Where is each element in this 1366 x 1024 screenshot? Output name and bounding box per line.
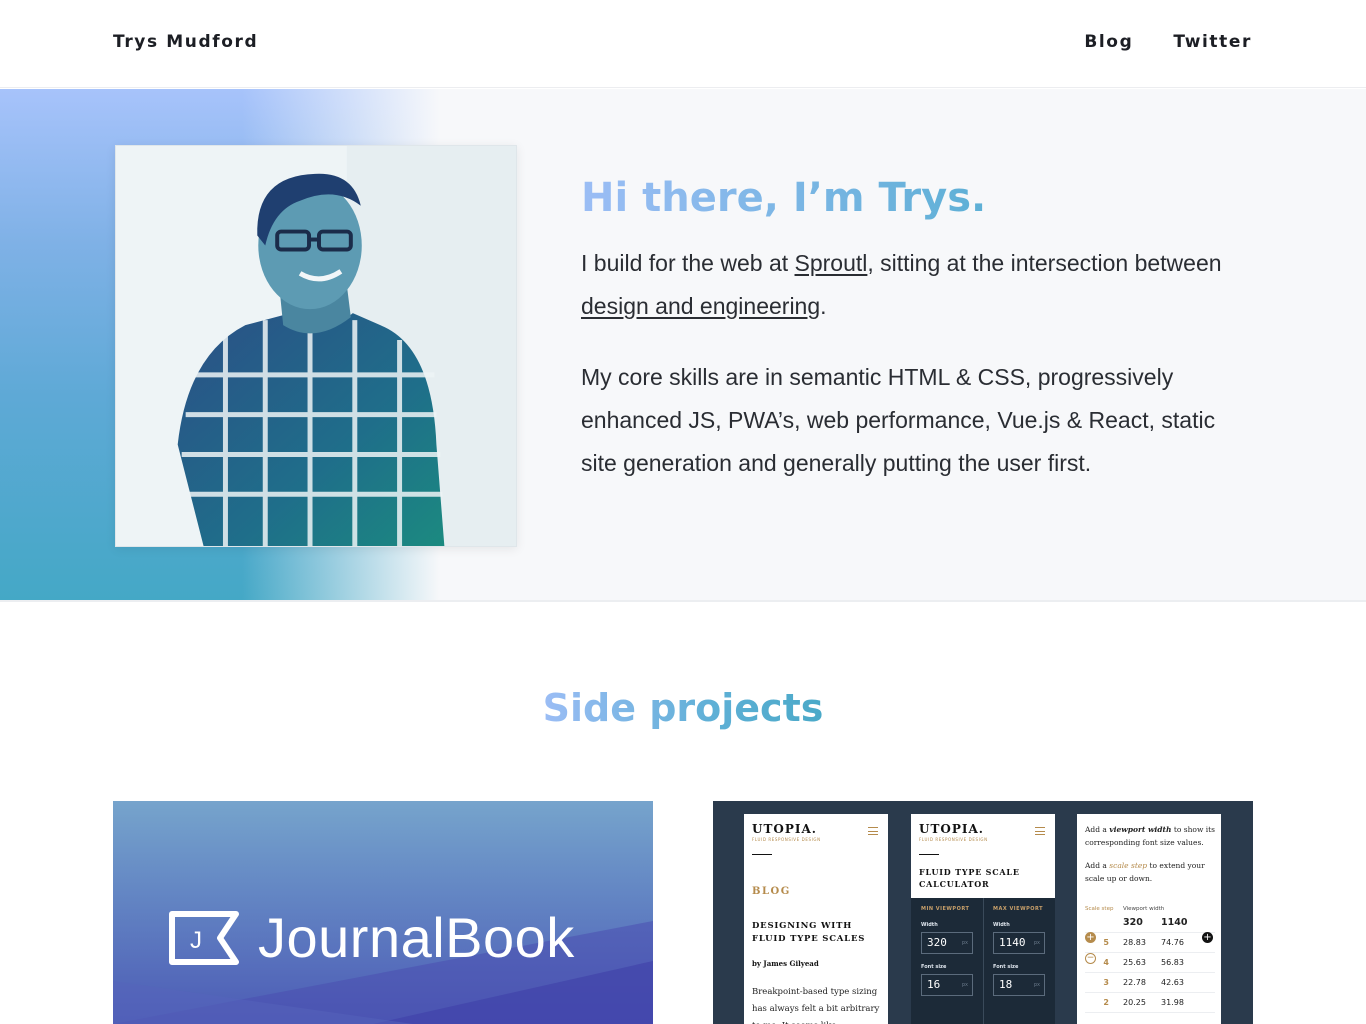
utopia-screen-calculator: UTOPIA. FLUID RESPONSIVE DESIGN FLUID TY… [911,814,1055,1024]
add-viewport-icon: + [1202,932,1213,943]
table-row: 5 28.83 74.76 [1085,933,1215,953]
utopia-note-scale-step: Add a scale step to extend your scale up… [1085,860,1215,885]
main-nav: Blog Twitter [1084,32,1252,52]
journalbook-wordmark: JournalBook [258,906,575,969]
unit-label: px [961,940,968,946]
project-card-journalbook[interactable]: J JournalBook [113,801,653,1024]
table-row: 4 25.63 56.83 [1085,953,1215,973]
utopia-post-title: DESIGNING WITH FLUID TYPE SCALES [752,921,866,944]
max-width-value: 1140 [999,936,1026,949]
nav-link-blog[interactable]: Blog [1084,32,1133,52]
max-font-value: 18 [999,978,1013,991]
hero-section: Hi there, I’m Trys. I build for the web … [0,89,1366,602]
divider [752,854,772,855]
table-row: 320 1140 [1085,913,1215,933]
divider [919,854,939,855]
utopia-logo: UTOPIA. [752,822,817,836]
portrait-illustration [116,146,516,546]
note-emphasis: viewport width [1109,825,1172,834]
add-step-icon: + [1085,932,1096,943]
journalbook-logo: J JournalBook [168,905,575,970]
site-brand-link[interactable]: Trys Mudford [113,32,258,52]
menu-icon [868,827,878,835]
font-size-label: Font size [921,964,947,970]
utopia-byline: by James Gilyead [752,959,819,968]
intro-paragraph: I build for the web at Sproutl, sitting … [581,242,1241,328]
unit-label: px [1033,982,1040,988]
intro-text: , sitting at the intersection between [867,250,1222,276]
site-header: Trys Mudford Blog Twitter [0,0,1366,88]
max-width-field: 1140 px [993,932,1045,954]
max-font-field: 18 px [993,974,1045,996]
utopia-screen-scale-table: Add a viewport width to show its corresp… [1077,814,1221,1024]
table-cell: 56.83 [1161,958,1184,967]
intro-text: I build for the web at [581,250,795,276]
utopia-scale-table: Scale step Viewport width + + − 320 1140… [1085,906,1215,1013]
min-viewport-heading: MIN VIEWPORT [921,906,970,912]
table-cell: 31.98 [1161,998,1184,1007]
width-label: Width [921,922,938,928]
table-cell: 20.25 [1123,998,1146,1007]
min-width-value: 320 [927,936,947,949]
utopia-blog-label: BLOG [752,886,791,897]
menu-icon [1035,827,1045,835]
min-font-field: 16 px [921,974,973,996]
column-header-viewport-width: Viewport width [1123,906,1165,912]
unit-label: px [1033,940,1040,946]
unit-label: px [961,982,968,988]
nav-link-twitter[interactable]: Twitter [1173,32,1252,52]
side-projects-heading: Side projects [0,686,1366,730]
note-emphasis: scale step [1109,861,1148,870]
intro-text: . [820,293,827,319]
min-font-value: 16 [927,978,941,991]
table-cell: 42.63 [1161,978,1184,987]
intro-block: Hi there, I’m Trys. I build for the web … [581,175,1241,485]
project-card-utopia[interactable]: UTOPIA. FLUID RESPONSIVE DESIGN BLOG DES… [713,801,1253,1024]
skills-paragraph: My core skills are in semantic HTML & CS… [581,364,1216,476]
journalbook-logo-letter: J [190,927,202,954]
table-cell: 25.63 [1123,958,1146,967]
note-text: Add a [1085,825,1110,834]
utopia-screen-blog: UTOPIA. FLUID RESPONSIVE DESIGN BLOG DES… [744,814,888,1024]
table-header: Scale step Viewport width [1085,906,1215,913]
utopia-post-excerpt: Breakpoint-based type sizing has always … [752,987,880,1024]
utopia-logo: UTOPIA. [919,822,984,836]
sproutl-link[interactable]: Sproutl [795,250,868,276]
max-viewport-column: MAX VIEWPORT Width 1140 px Font size 18 px [993,906,1055,996]
table-row: 2 20.25 31.98 [1085,993,1215,1013]
divider [983,898,984,1024]
table-cell: 3 [1103,978,1109,987]
table-cell: 28.83 [1123,938,1146,947]
utopia-tagline: FLUID RESPONSIVE DESIGN [752,837,821,842]
side-projects-heading-text: Side projects [542,686,824,730]
font-size-label: Font size [993,964,1019,970]
utopia-calculator-title: FLUID TYPE SCALE CALCULATOR [919,867,1020,889]
journalbook-logo-icon: J [169,910,239,965]
portrait-photo [115,145,517,547]
hero-title: Hi there, I’m Trys. [581,175,1241,221]
width-label: Width [993,922,1010,928]
max-viewport-heading: MAX VIEWPORT [993,906,1044,912]
table-cell: 74.76 [1161,938,1184,947]
table-cell: 320 [1123,917,1143,928]
remove-step-icon: − [1085,953,1096,964]
utopia-calculator-panel: MIN VIEWPORT Width 320 px Font size 16 px … [911,898,1055,1024]
min-width-field: 320 px [921,932,973,954]
table-cell: 22.78 [1123,978,1146,987]
min-viewport-column: MIN VIEWPORT Width 320 px Font size 16 px [921,906,983,996]
table-cell: 2 [1103,998,1109,1007]
utopia-tagline: FLUID RESPONSIVE DESIGN [919,837,988,842]
utopia-note-viewport: Add a viewport width to show its corresp… [1085,824,1215,849]
table-row: 3 22.78 42.63 [1085,973,1215,993]
note-text: Add a [1085,861,1110,870]
column-header-scale-step: Scale step [1085,906,1114,912]
design-engineering-link[interactable]: design and engineering [581,293,820,319]
table-cell: 1140 [1161,917,1188,928]
